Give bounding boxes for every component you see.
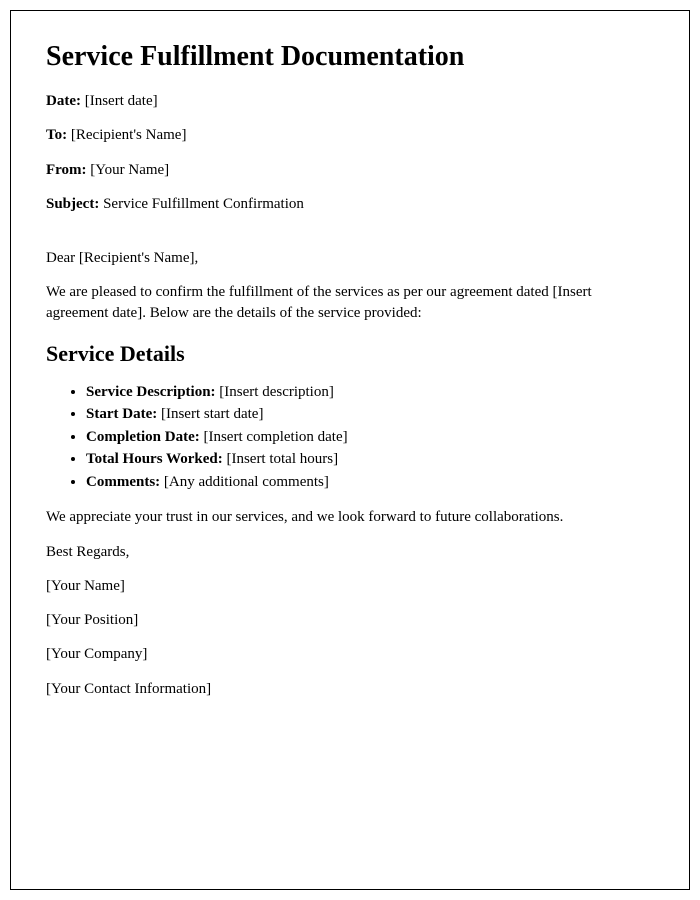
to-line: To: [Recipient's Name] <box>46 125 654 145</box>
document-container: Service Fulfillment Documentation Date: … <box>10 10 690 890</box>
spacer <box>46 228 654 248</box>
detail-description-value: [Insert description] <box>216 384 334 400</box>
to-label: To: <box>46 127 67 143</box>
detail-start-date: Start Date: [Insert start date] <box>86 403 654 426</box>
closing-paragraph: We appreciate your trust in our services… <box>46 507 654 527</box>
regards: Best Regards, <box>46 542 654 562</box>
from-line: From: [Your Name] <box>46 160 654 180</box>
salutation: Dear [Recipient's Name], <box>46 248 654 268</box>
detail-comments-value: [Any additional comments] <box>160 474 329 490</box>
detail-completion-date: Completion Date: [Insert completion date… <box>86 426 654 449</box>
detail-hours-value: [Insert total hours] <box>223 451 338 467</box>
date-line: Date: [Insert date] <box>46 91 654 111</box>
detail-start-label: Start Date: <box>86 406 157 422</box>
detail-comments-label: Comments: <box>86 474 160 490</box>
subject-label: Subject: <box>46 196 99 212</box>
sender-name: [Your Name] <box>46 576 654 596</box>
service-details-list: Service Description: [Insert description… <box>46 381 654 494</box>
sender-position: [Your Position] <box>46 610 654 630</box>
signoff-block: Best Regards, [Your Name] [Your Position… <box>46 542 654 699</box>
date-value: [Insert date] <box>81 93 158 109</box>
sender-contact: [Your Contact Information] <box>46 679 654 699</box>
from-label: From: <box>46 162 87 178</box>
subject-line: Subject: Service Fulfillment Confirmatio… <box>46 194 654 214</box>
detail-completion-label: Completion Date: <box>86 429 200 445</box>
service-details-heading: Service Details <box>46 341 654 367</box>
detail-description: Service Description: [Insert description… <box>86 381 654 404</box>
intro-paragraph: We are pleased to confirm the fulfillmen… <box>46 282 654 323</box>
detail-hours-label: Total Hours Worked: <box>86 451 223 467</box>
detail-completion-value: [Insert completion date] <box>200 429 348 445</box>
to-value: [Recipient's Name] <box>67 127 186 143</box>
date-label: Date: <box>46 93 81 109</box>
detail-description-label: Service Description: <box>86 384 216 400</box>
from-value: [Your Name] <box>87 162 170 178</box>
document-title: Service Fulfillment Documentation <box>46 41 654 73</box>
detail-start-value: [Insert start date] <box>157 406 263 422</box>
detail-hours: Total Hours Worked: [Insert total hours] <box>86 448 654 471</box>
sender-company: [Your Company] <box>46 644 654 664</box>
detail-comments: Comments: [Any additional comments] <box>86 471 654 494</box>
subject-value: Service Fulfillment Confirmation <box>99 196 304 212</box>
